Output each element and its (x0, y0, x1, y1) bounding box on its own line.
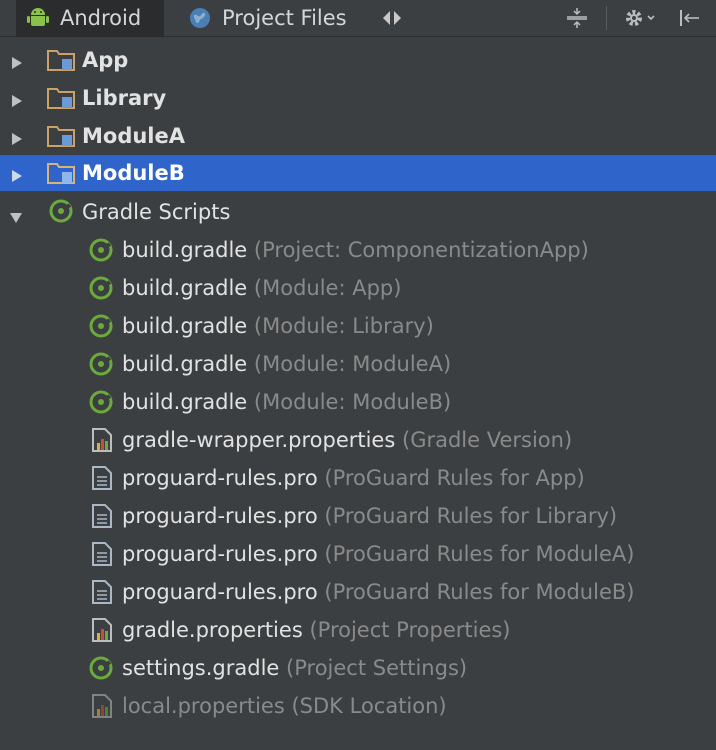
file-name: proguard-rules.pro (122, 542, 318, 566)
settings-gear-icon[interactable] (622, 0, 660, 36)
gradle-icon (48, 198, 74, 229)
file-name: proguard-rules.pro (122, 580, 318, 604)
file-hint: (Module: ModuleA) (253, 352, 452, 376)
tab-android[interactable]: Android (16, 0, 164, 36)
tab-project-files[interactable]: Project Files (180, 0, 370, 36)
tab-project-files-label: Project Files (222, 6, 347, 30)
file-name: build.gradle (122, 314, 248, 338)
text-file-icon (90, 579, 114, 610)
tree-item-file[interactable]: build.gradle (Module: App) (0, 270, 716, 306)
expand-arrow-icon[interactable] (10, 52, 24, 76)
file-name: build.gradle (122, 352, 248, 376)
tree-item-file[interactable]: gradle.properties (Project Properties) (0, 612, 716, 648)
expand-arrow-icon[interactable] (10, 165, 24, 189)
module-label: Library (82, 86, 167, 110)
file-hint: (Project Properties) (309, 618, 511, 642)
tree-item-file[interactable]: proguard-rules.pro (ProGuard Rules for M… (0, 536, 716, 572)
tree-item-file[interactable]: proguard-rules.pro (ProGuard Rules for A… (0, 460, 716, 496)
file-hint: (SDK Location) (291, 694, 447, 718)
collapse-arrow-icon[interactable] (8, 206, 24, 230)
text-file-icon (90, 541, 114, 572)
file-hint: (ProGuard Rules for App) (324, 466, 585, 490)
file-name: build.gradle (122, 276, 248, 300)
tree-item-file[interactable]: build.gradle (Module: Library) (0, 308, 716, 344)
file-name: gradle.properties (122, 618, 303, 642)
switch-view-arrows-icon[interactable] (380, 0, 404, 36)
module-label: ModuleA (82, 124, 186, 148)
file-name: gradle-wrapper.properties (122, 428, 396, 452)
file-hint: (Project: ComponentizationApp) (253, 238, 589, 262)
properties-file-icon (90, 617, 114, 648)
tree-item-file[interactable]: settings.gradle (Project Settings) (0, 650, 716, 686)
properties-file-icon (90, 427, 114, 458)
gradle-icon (88, 237, 114, 268)
file-hint: (Module: ModuleB) (253, 390, 452, 414)
module-folder-icon (46, 85, 78, 116)
tab-android-label: Android (60, 6, 142, 30)
module-label: ModuleB (82, 161, 185, 185)
gradle-icon (88, 351, 114, 382)
gradle-icon (88, 389, 114, 420)
tree-item-file[interactable]: build.gradle (Module: ModuleB) (0, 384, 716, 420)
file-hint: (Module: Library) (253, 314, 434, 338)
gradle-icon (88, 313, 114, 344)
file-hint: (Module: App) (253, 276, 402, 300)
tree-item-library[interactable]: Library (0, 80, 716, 116)
text-file-icon (90, 465, 114, 496)
android-icon (26, 6, 50, 30)
file-name: settings.gradle (122, 656, 280, 680)
file-name: local.properties (122, 694, 285, 718)
tree-item-file[interactable]: build.gradle (Module: ModuleA) (0, 346, 716, 382)
file-name: build.gradle (122, 238, 248, 262)
file-hint: (ProGuard Rules for ModuleA) (324, 542, 635, 566)
file-hint: (Project Settings) (286, 656, 468, 680)
file-name: proguard-rules.pro (122, 504, 318, 528)
tree-item-moduleb[interactable]: ModuleB (0, 155, 716, 191)
tree-item-file[interactable]: proguard-rules.pro (ProGuard Rules for L… (0, 498, 716, 534)
gradle-icon (88, 275, 114, 306)
gradle-icon (88, 655, 114, 686)
tree-item-file[interactable]: local.properties (SDK Location) (0, 688, 716, 724)
file-hint: (ProGuard Rules for Library) (324, 504, 618, 528)
tree-item-file[interactable]: proguard-rules.pro (ProGuard Rules for M… (0, 574, 716, 610)
globe-icon (188, 6, 212, 30)
module-label: App (82, 48, 129, 72)
file-name: proguard-rules.pro (122, 466, 318, 490)
collapse-all-icon[interactable] (564, 0, 590, 36)
expand-arrow-icon[interactable] (10, 128, 24, 152)
module-folder-icon (46, 47, 78, 78)
tree-item-gradle-scripts[interactable]: Gradle Scripts (0, 194, 716, 230)
tree-item-file[interactable]: gradle-wrapper.properties (Gradle Versio… (0, 422, 716, 458)
toolbar-divider (606, 6, 607, 30)
module-folder-icon (46, 160, 78, 191)
hide-panel-icon[interactable] (676, 0, 702, 36)
text-file-icon (90, 503, 114, 534)
tree-item-app[interactable]: App (0, 42, 716, 78)
file-hint: (ProGuard Rules for ModuleB) (324, 580, 635, 604)
file-hint: (Gradle Version) (402, 428, 573, 452)
gradle-scripts-label: Gradle Scripts (82, 200, 231, 224)
properties-file-icon (90, 693, 114, 724)
project-toolbar: Android Project Files (0, 0, 716, 37)
expand-arrow-icon[interactable] (10, 90, 24, 114)
tree-item-modulea[interactable]: ModuleA (0, 118, 716, 154)
file-name: build.gradle (122, 390, 248, 414)
tree-item-file[interactable]: build.gradle (Project: ComponentizationA… (0, 232, 716, 268)
module-folder-icon (46, 123, 78, 154)
